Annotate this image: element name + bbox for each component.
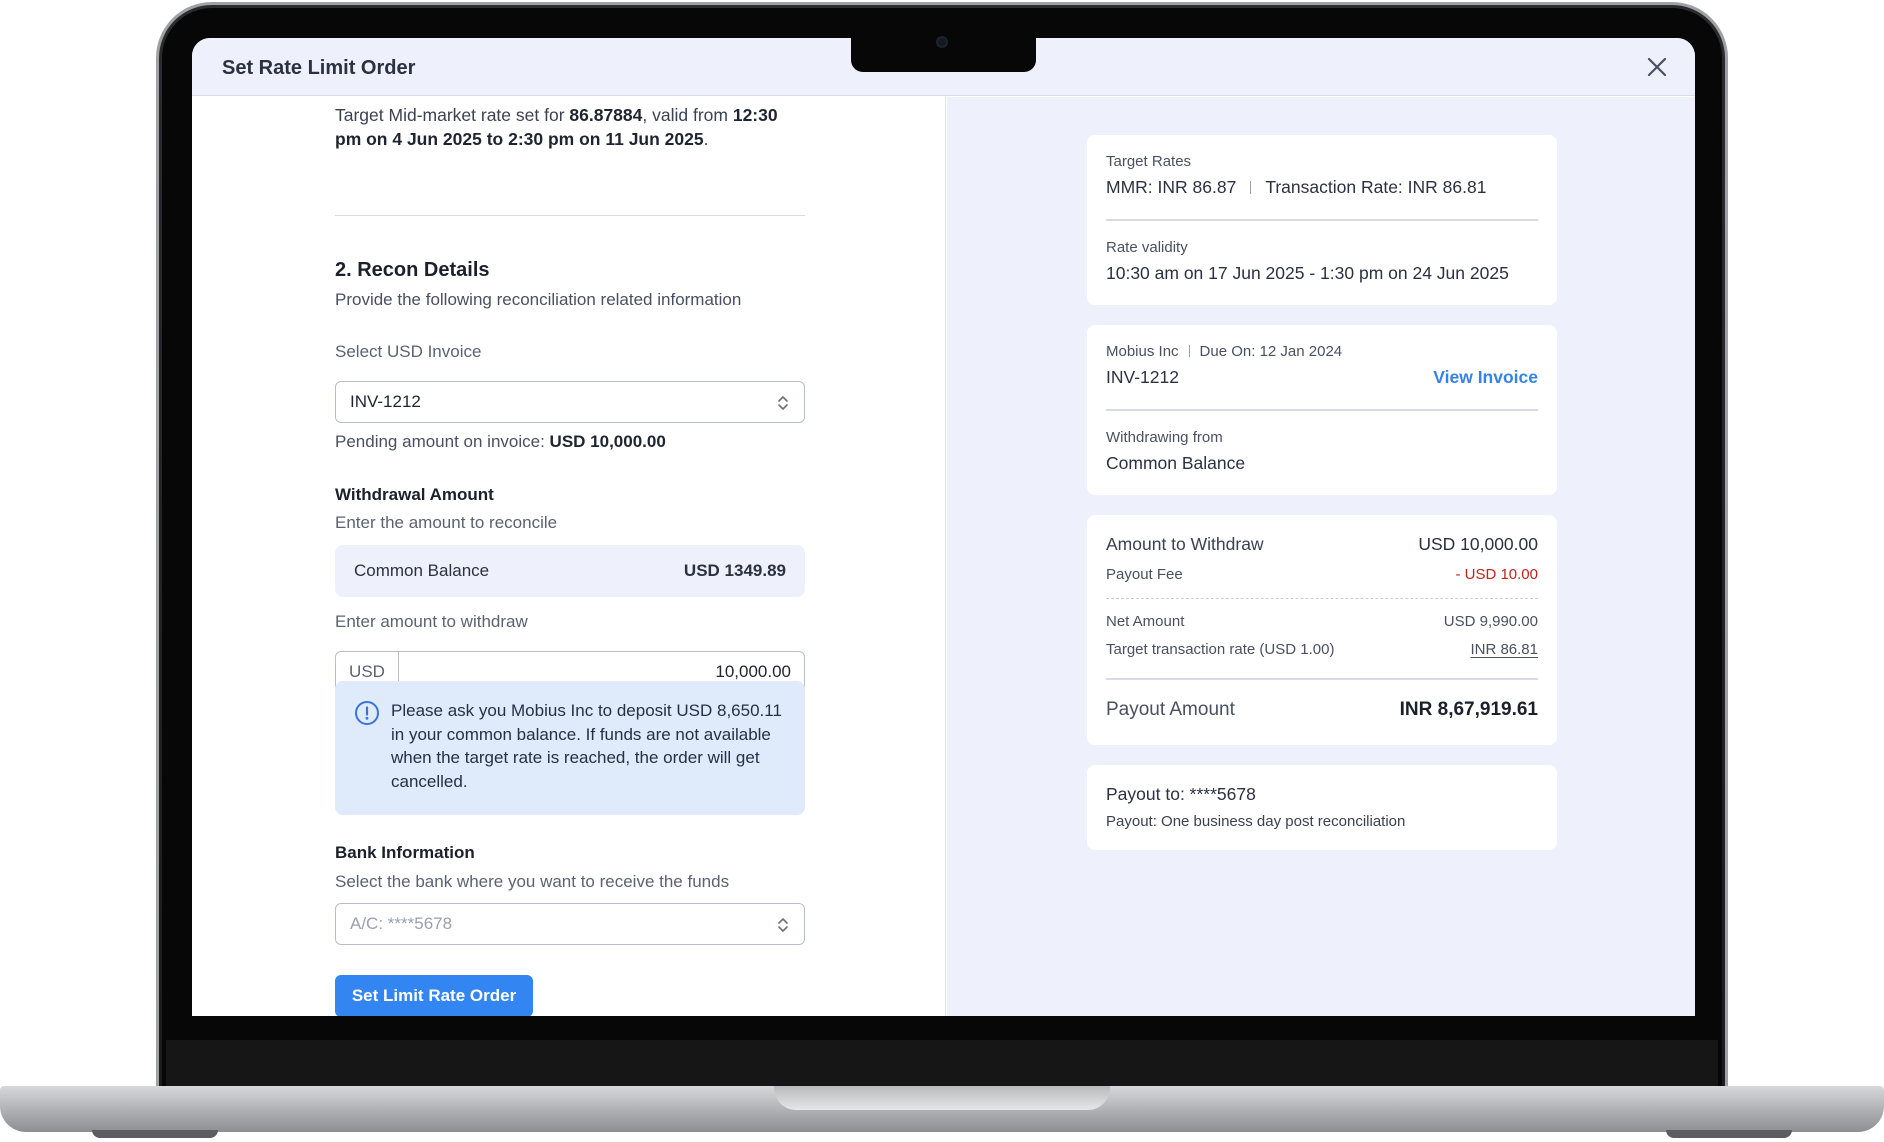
info-alert-icon xyxy=(355,701,379,725)
invoice-card: Mobius Inc Due On: 12 Jan 2024 INV-1212 V… xyxy=(1087,325,1557,495)
amount-to-withdraw-label: Amount to Withdraw xyxy=(1106,534,1264,554)
invoice-select-value: INV-1212 xyxy=(350,392,421,411)
payout-amount-label: Payout Amount xyxy=(1106,699,1235,720)
target-rate-summary: Target Mid-market rate set for 86.87884,… xyxy=(335,103,805,151)
payout-timing: Payout: One business day post reconcilia… xyxy=(1106,813,1406,830)
card-divider xyxy=(1106,678,1538,680)
target-mid: , valid from xyxy=(642,105,733,125)
dashed-divider xyxy=(1106,598,1538,599)
net-amount-row: Net Amount USD 9,990.00 xyxy=(1106,613,1538,630)
invoice-select-label: Select USD Invoice xyxy=(335,342,482,361)
card-divider xyxy=(1106,409,1538,411)
target-rates-label: Target Rates xyxy=(1106,153,1192,170)
close-button[interactable] xyxy=(1644,54,1670,80)
laptop-foot-right xyxy=(1666,1130,1792,1138)
payout-fee-label: Payout Fee xyxy=(1106,566,1183,583)
invoice-meta: Mobius Inc Due On: 12 Jan 2024 xyxy=(1106,343,1538,360)
rate-validity-label: Rate validity xyxy=(1106,239,1188,256)
modal-title: Set Rate Limit Order xyxy=(222,57,416,79)
balance-name: Common Balance xyxy=(354,561,490,580)
separator xyxy=(1188,345,1190,357)
bank-info-title: Bank Information xyxy=(335,843,475,862)
payout-amount-value: INR 8,67,919.61 xyxy=(1399,699,1538,720)
target-rate-value: 86.87884 xyxy=(569,105,643,125)
recon-form-pane: Target Mid-market rate set for 86.87884,… xyxy=(192,97,946,1016)
net-amount-value: USD 9,990.00 xyxy=(1443,613,1538,630)
laptop-chin xyxy=(166,1040,1718,1088)
target-transaction-rate-label: Target transaction rate (USD 1.00) xyxy=(1106,641,1335,658)
target-transaction-rate-row: Target transaction rate (USD 1.00) INR 8… xyxy=(1106,641,1538,658)
payout-amount-row: Payout Amount INR 8,67,919.61 xyxy=(1106,699,1538,721)
pending-value: USD 10,000.00 xyxy=(549,432,666,451)
withdrawal-subtitle: Enter the amount to reconcile xyxy=(335,513,558,532)
section-title: 2. Recon Details xyxy=(335,259,490,281)
chevron-up-down-icon xyxy=(778,918,788,932)
close-icon xyxy=(1647,57,1667,77)
target-rates-card: Target Rates MMR: INR 86.87 Transaction R… xyxy=(1087,135,1557,305)
view-invoice-link[interactable]: View Invoice xyxy=(1433,367,1538,388)
section-subtitle: Provide the following reconciliation rel… xyxy=(335,290,742,309)
target-transaction-rate-value: INR 86.81 xyxy=(1470,641,1538,658)
bank-select-placeholder: A/C: ****5678 xyxy=(350,914,453,933)
net-amount-label: Net Amount xyxy=(1106,613,1185,630)
laptop-foot-left xyxy=(92,1130,218,1138)
withdrawing-from-label: Withdrawing from xyxy=(1106,429,1223,446)
invoice-due-date: Due On: 12 Jan 2024 xyxy=(1199,343,1343,360)
common-balance-card: Common Balance USD 1349.89 xyxy=(335,545,805,597)
set-limit-rate-order-button[interactable]: Set Limit Rate Order xyxy=(335,975,533,1016)
separator xyxy=(1250,181,1252,194)
laptop-base-notch xyxy=(774,1086,1110,1110)
card-divider xyxy=(1106,219,1538,221)
amount-label: Enter amount to withdraw xyxy=(335,612,528,631)
payout-summary-card: Amount to Withdraw USD 10,000.00 Payout … xyxy=(1087,515,1557,745)
withdrawal-title: Withdrawal Amount xyxy=(335,485,494,504)
target-rates-values: MMR: INR 86.87 Transaction Rate: INR 86.8… xyxy=(1106,177,1538,198)
payout-destination-card: Payout to: ****5678 Payout: One business… xyxy=(1087,765,1557,850)
balance-amount: USD 1349.89 xyxy=(683,561,786,580)
laptop-screen: Set Rate Limit Order Target Mid-market r… xyxy=(192,38,1695,1016)
target-suffix: . xyxy=(703,129,709,149)
pending-label: Pending amount on invoice: xyxy=(335,432,550,451)
pending-amount: Pending amount on invoice: USD 10,000.00 xyxy=(335,432,805,452)
chevron-up-down-icon xyxy=(778,396,788,410)
alert-text: Please ask you Mobius Inc to deposit USD… xyxy=(391,701,782,791)
withdrawing-from-value: Common Balance xyxy=(1106,453,1246,473)
payout-fee-value: - USD 10.00 xyxy=(1455,566,1538,583)
transaction-rate: Transaction Rate: INR 86.81 xyxy=(1265,177,1487,197)
section-divider xyxy=(335,215,805,216)
bank-info-subtitle: Select the bank where you want to receiv… xyxy=(335,872,730,891)
target-prefix: Target Mid-market rate set for xyxy=(335,105,570,125)
order-summary-pane: Target Rates MMR: INR 86.87 Transaction R… xyxy=(947,97,1695,1016)
invoice-select[interactable]: INV-1212 xyxy=(335,381,805,423)
rate-validity-value: 10:30 am on 17 Jun 2025 - 1:30 pm on 24 … xyxy=(1106,263,1509,283)
mmr-rate: MMR: INR 86.87 xyxy=(1106,177,1237,197)
amount-to-withdraw-value: USD 10,000.00 xyxy=(1418,534,1538,554)
camera-icon xyxy=(936,36,948,48)
invoice-company: Mobius Inc xyxy=(1106,343,1179,360)
payout-to: Payout to: ****5678 xyxy=(1106,784,1256,804)
bank-account-select[interactable]: A/C: ****5678 xyxy=(335,903,805,945)
payout-fee-row: Payout Fee - USD 10.00 xyxy=(1106,566,1538,583)
amount-to-withdraw-row: Amount to Withdraw USD 10,000.00 xyxy=(1106,534,1538,555)
deposit-alert: Please ask you Mobius Inc to deposit USD… xyxy=(335,681,805,815)
